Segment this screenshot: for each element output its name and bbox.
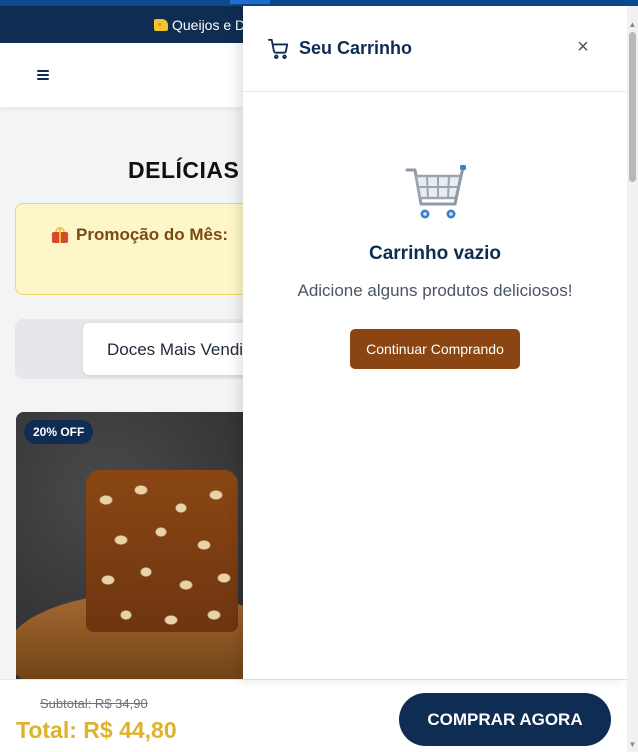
cart-drawer-header: Seu Carrinho × <box>243 6 627 92</box>
page-scrollbar[interactable]: ▲ ▼ <box>627 6 638 752</box>
close-icon[interactable]: × <box>573 37 593 57</box>
shopping-cart-icon <box>268 38 289 59</box>
topbar-message: Queijos e D <box>154 17 245 33</box>
cheese-icon <box>154 19 168 31</box>
scrollbar-thumb[interactable] <box>629 32 636 182</box>
topbar-accent-mark <box>230 0 270 4</box>
buy-now-button[interactable]: COMPRAR AGORA <box>399 693 611 746</box>
cart-drawer: Seu Carrinho × Carrinho vazio Adicione a… <box>243 6 627 679</box>
cart-title: Seu Carrinho <box>299 38 413 58</box>
discount-badge: 20% OFF <box>24 420 94 444</box>
total-price: Total: R$ 44,80 <box>16 717 177 743</box>
continue-shopping-button[interactable]: Continuar Comprando <box>350 329 520 369</box>
promo-label: Promoção do Mês: <box>76 225 229 244</box>
promo-text: Promoção do Mês: <box>52 225 228 245</box>
gift-icon <box>52 227 68 243</box>
empty-cart-message: Adicione alguns produtos deliciosos! <box>297 281 573 300</box>
scroll-down-arrow-icon[interactable]: ▼ <box>627 740 638 750</box>
page-title: DELÍCIAS <box>128 157 240 183</box>
empty-cart-title: Carrinho vazio <box>369 243 501 264</box>
checkout-bar: Subtotal: R$ 34,90 Total: R$ 44,80 COMPR… <box>0 679 638 752</box>
empty-cart-icon <box>405 165 466 219</box>
subtotal: Subtotal: R$ 34,90 <box>40 696 148 711</box>
topbar-text: Queijos e D <box>172 17 246 33</box>
hamburger-menu-icon[interactable] <box>37 70 49 80</box>
scroll-up-arrow-icon[interactable]: ▲ <box>627 20 638 30</box>
product-image <box>86 470 238 632</box>
